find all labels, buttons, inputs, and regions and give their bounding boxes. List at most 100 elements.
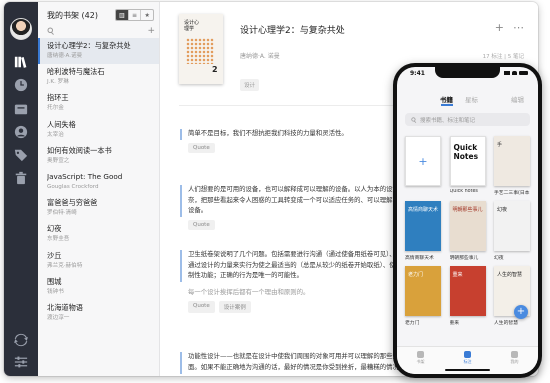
- add-note-button[interactable]: +: [495, 21, 504, 34]
- note-tag[interactable]: 设计案例: [218, 301, 251, 313]
- book-cover: 手: [494, 136, 530, 186]
- book-cover: Quick Notes: [449, 136, 486, 186]
- battery-icon: [519, 71, 528, 75]
- notes-icon: [464, 351, 471, 358]
- quote-bar: [180, 185, 182, 217]
- book-list-item[interactable]: JavaScript: The Good Gouglas Crockford: [38, 169, 159, 195]
- view-toggle[interactable]: ▥ ≡ ★: [115, 9, 154, 21]
- book-list-item[interactable]: 设计心理学2：与复杂共处 唐纳德·A.诺曼: [38, 38, 159, 65]
- book-list-item[interactable]: 指环王 托尔金: [38, 90, 159, 116]
- status-time: 9:41: [410, 70, 425, 77]
- list-view-icon[interactable]: ≡: [129, 10, 142, 20]
- book-author: 唐纳德·A. 诺曼: [240, 53, 280, 60]
- phone-frame: 9:41 书籍 星标 编辑 搜索书籍、标注和笔记 + Quick Notes Qui…: [393, 63, 542, 378]
- book-tile-label: 高情商聊天术: [405, 256, 434, 261]
- add-book-button[interactable]: +: [147, 26, 155, 36]
- note-tag[interactable]: Quote: [188, 219, 215, 230]
- bottom-tab-label: 我的: [510, 359, 519, 364]
- trash-icon[interactable]: [13, 170, 29, 186]
- book-list-item[interactable]: 如何有效阅读一本书 奥野宣之: [38, 143, 159, 169]
- book-cover: 重来: [449, 266, 486, 316]
- book-item-title: 围城: [47, 276, 62, 286]
- book-tile-label: 老力门: [405, 321, 420, 326]
- tab-books[interactable]: 书籍: [440, 94, 453, 104]
- book-list-item[interactable]: 围城 钱钟书: [38, 274, 159, 300]
- book-list-item[interactable]: 沙丘 弗兰克·赫伯特: [38, 248, 159, 274]
- book-item-title: 哈利波特与魔法石: [47, 67, 105, 77]
- quote-bar: [180, 129, 182, 140]
- book-tile-label: 重来: [449, 321, 460, 326]
- search-icon: [411, 116, 417, 123]
- cover-text: 重来: [452, 272, 463, 278]
- book-item-author: 罗伯特·清崎: [47, 210, 77, 217]
- book-list-item[interactable]: 幻夜 东野圭吾: [38, 221, 159, 247]
- book-item-author: 弗兰克·赫伯特: [47, 262, 83, 269]
- nav-rail: [4, 2, 38, 376]
- plus-icon: +: [418, 155, 428, 168]
- list-search-row: +: [47, 26, 155, 36]
- book-tile[interactable]: 老力门 老力门: [405, 266, 441, 326]
- book-item-author: J.K. 罗琳: [47, 79, 69, 86]
- edit-button[interactable]: 编辑: [511, 94, 524, 104]
- annotation-count: 17 标注 | 5 笔记: [482, 54, 524, 60]
- book-item-author: 钱钟书: [47, 288, 64, 295]
- book-item-title: 北海道物语: [47, 302, 83, 312]
- book-cover: 明朝那些事儿: [449, 201, 486, 251]
- sync-icon[interactable]: [13, 332, 29, 348]
- book-tile[interactable]: 重来 重来: [449, 266, 486, 326]
- book-cover: 设计心理学 2: [179, 14, 223, 84]
- book-cover: 幻夜: [494, 201, 530, 251]
- cover-text: 老力门: [408, 272, 424, 278]
- book-list-item[interactable]: 人间失格 太宰治: [38, 117, 159, 143]
- book-list-item[interactable]: 哈利波特与魔法石 J.K. 罗琳: [38, 64, 159, 90]
- library-title: 我的书架 (42): [47, 11, 98, 20]
- book-list-item[interactable]: 富爸爸与穷爸爸 罗伯特·清崎: [38, 195, 159, 221]
- book-item-author: Gouglas Crockford: [47, 183, 99, 190]
- tab-starred[interactable]: 星标: [465, 94, 478, 104]
- search-icon[interactable]: [47, 27, 55, 35]
- book-tile-label: 手艺二三事(日本...: [494, 191, 530, 196]
- home-indicator: [445, 369, 490, 371]
- bottom-tab-me[interactable]: 我的: [511, 351, 519, 374]
- tab-underline: [441, 104, 453, 106]
- book-tile[interactable]: 幻夜 幻夜: [494, 201, 530, 261]
- phone-notch: [435, 67, 500, 78]
- grid-view-icon[interactable]: ▥: [116, 10, 129, 20]
- book-tile[interactable]: 高情商聊天术 高情商聊天术: [405, 201, 441, 261]
- book-list-item[interactable]: 北海道物语 渡边淳一: [38, 300, 159, 326]
- book-cover: 高情商聊天术: [405, 201, 441, 251]
- phone-search-input[interactable]: 搜索书籍、标注和笔记: [405, 113, 530, 126]
- inbox-icon[interactable]: [13, 101, 29, 117]
- more-button[interactable]: ⋯: [513, 21, 524, 34]
- book-tile-label: 幻夜: [494, 256, 504, 261]
- bottom-tab-shelf[interactable]: 书架: [417, 351, 425, 374]
- settings-sliders-icon[interactable]: [13, 354, 29, 370]
- book-tag[interactable]: 设计: [240, 79, 260, 91]
- phone-screen: 9:41 书籍 星标 编辑 搜索书籍、标注和笔记 + Quick Notes Qui…: [397, 67, 538, 374]
- add-fab-button[interactable]: +: [514, 305, 528, 319]
- bottom-tab-label: 标注: [463, 359, 472, 364]
- book-item-author: 太宰治: [47, 131, 64, 138]
- avatar[interactable]: [10, 18, 32, 40]
- wifi-icon: [512, 71, 517, 75]
- book-item-title: 人间失格: [47, 119, 76, 129]
- note-tag[interactable]: Quote: [188, 142, 215, 153]
- book-tile[interactable]: Quick Notes Quick notes: [449, 136, 486, 194]
- quote-bar: [180, 352, 182, 374]
- books-icon[interactable]: [13, 54, 29, 70]
- note-tag[interactable]: Quote: [188, 301, 215, 313]
- book-item-title: JavaScript: The Good: [47, 171, 123, 181]
- profile-icon: [511, 351, 518, 358]
- book-item-title: 设计心理学2：与复杂共处: [47, 41, 131, 50]
- add-book-tile[interactable]: +: [405, 136, 441, 186]
- clock-icon[interactable]: [13, 77, 29, 93]
- tag-icon[interactable]: [13, 147, 29, 163]
- star-filter-icon[interactable]: ★: [141, 10, 153, 20]
- book-tile[interactable]: 明朝那些事儿 明朝那些事儿: [449, 201, 486, 261]
- book-tile-label: 人生的智慧: [494, 321, 518, 326]
- signal-icon: [504, 71, 510, 75]
- cover-text: 明朝那些事儿: [452, 207, 483, 213]
- book-tile[interactable]: 手手艺二三事(日本...: [494, 136, 530, 196]
- user-icon[interactable]: [13, 124, 29, 140]
- book-cover: 老力门: [405, 266, 441, 316]
